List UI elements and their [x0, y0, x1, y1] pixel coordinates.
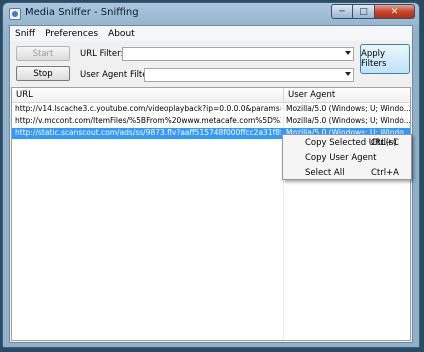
window-controls: ─ □ ✕: [331, 4, 415, 19]
url-filter-label: URL Filter:: [80, 49, 124, 59]
context-menu: Copy Selected URL(s) Ctrl+C Copy User Ag…: [282, 134, 412, 180]
user-agent-filter-label: User Agent Filter:: [80, 70, 154, 80]
minimize-button[interactable]: ─: [331, 4, 353, 19]
maximize-button[interactable]: □: [353, 4, 375, 19]
results-table[interactable]: URL User Agent http://v14.lscache3.c.you…: [11, 87, 411, 341]
menu-item-copy-user-agent[interactable]: Copy User Agent: [283, 151, 411, 165]
menu-preferences[interactable]: Preferences: [40, 29, 103, 39]
title-bar[interactable]: Media Sniffer - Sniffing ─ □ ✕: [3, 3, 419, 25]
url-cell: http://v.mccont.com/ItemFiles/%5BFrom%20…: [15, 116, 281, 125]
menu-item-shortcut: Ctrl+C: [370, 138, 399, 148]
url-filter-combo[interactable]: [122, 47, 354, 61]
column-header-user-agent[interactable]: User Agent: [288, 90, 335, 100]
table-row[interactable]: http://v.mccont.com/ItemFiles/%5BFrom%20…: [12, 116, 410, 127]
menu-about[interactable]: About: [103, 29, 140, 39]
filter-toolbar: Start Stop URL Filter: User Agent Filter…: [10, 41, 412, 87]
menu-sniff[interactable]: Sniff: [10, 29, 40, 39]
url-cell: http://static.scanscout.com/ads/ss/9873.…: [15, 128, 281, 137]
client-area: Sniff Preferences About Start Stop URL F…: [9, 25, 413, 343]
apply-filters-button[interactable]: Apply Filters: [360, 44, 410, 74]
dropdown-arrow-icon: [345, 72, 351, 76]
close-icon: ✕: [390, 6, 399, 17]
url-cell: http://v14.lscache3.c.youtube.com/videop…: [15, 104, 281, 113]
start-button[interactable]: Start: [16, 46, 70, 61]
table-header: URL User Agent: [12, 88, 410, 103]
menu-item-label: Copy User Agent: [305, 153, 377, 163]
column-header-url[interactable]: URL: [16, 90, 33, 100]
stop-button[interactable]: Stop: [16, 66, 70, 81]
column-divider[interactable]: [410, 88, 411, 102]
table-row[interactable]: http://v14.lscache3.c.youtube.com/videop…: [12, 104, 410, 115]
user-agent-cell: Mozilla/5.0 (Windows; U; Windo...: [286, 116, 410, 125]
window-title: Media Sniffer - Sniffing: [25, 7, 139, 18]
close-button[interactable]: ✕: [375, 4, 415, 19]
menu-item-shortcut: Ctrl+A: [370, 168, 399, 178]
user-agent-filter-combo[interactable]: [144, 68, 354, 82]
column-divider[interactable]: [283, 88, 284, 102]
user-agent-cell: Mozilla/5.0 (Windows; U; Windo...: [286, 104, 410, 113]
menu-item-select-all[interactable]: Select All Ctrl+A: [283, 166, 411, 180]
menu-bar: Sniff Preferences About: [10, 26, 412, 41]
menu-item-label: Select All: [305, 168, 345, 178]
dropdown-arrow-icon: [345, 51, 351, 55]
app-icon: [9, 8, 21, 20]
maximize-icon: □: [359, 6, 368, 17]
menu-item-copy-selected-urls[interactable]: Copy Selected URL(s) Ctrl+C: [283, 136, 411, 150]
minimize-icon: ─: [339, 6, 345, 17]
